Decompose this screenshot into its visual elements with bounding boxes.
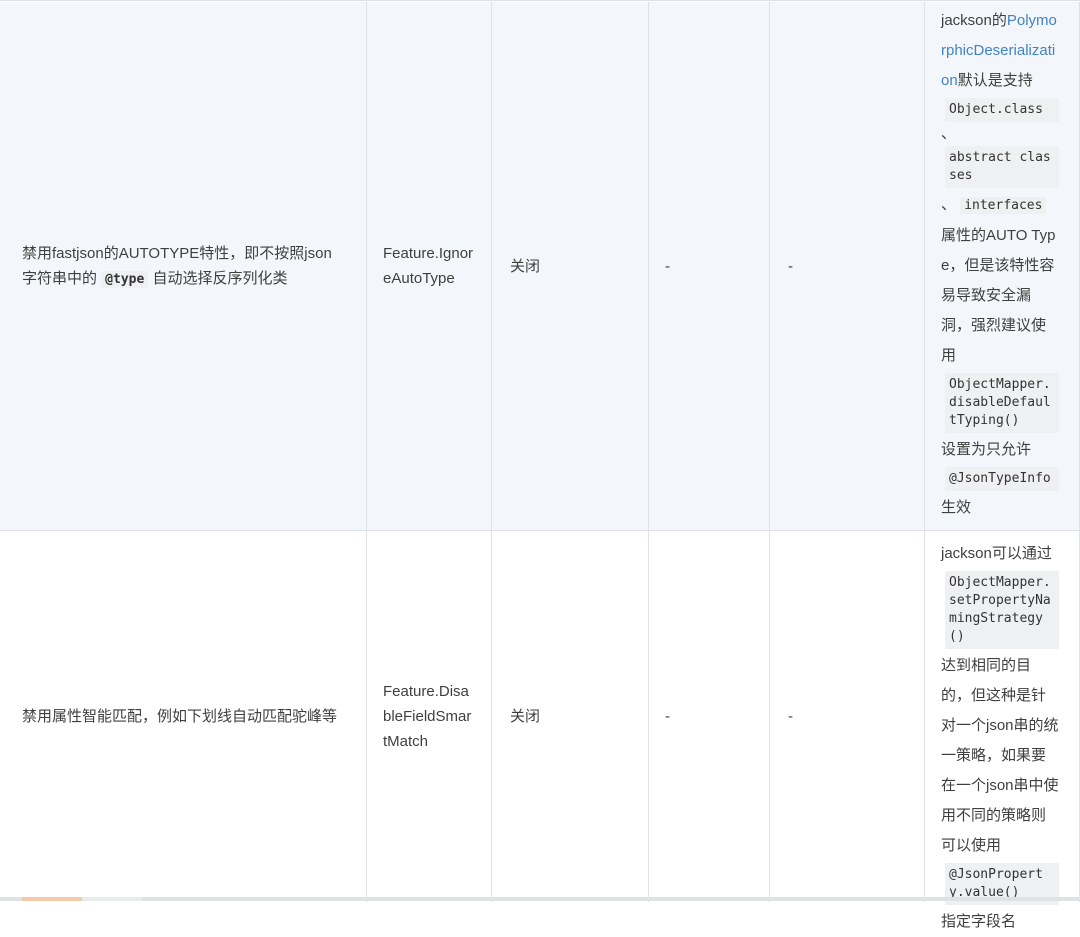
note-cell: jackson可以通过 ObjectMapper.setPropertyNami… (924, 531, 1080, 930)
col4-value: - (665, 708, 670, 725)
desc-cell: 禁用fastjson的AUTOTYPE特性，即不按照json字符串中的 @typ… (0, 2, 366, 530)
col5-value: - (788, 708, 793, 725)
note-content: jackson可以通过 ObjectMapper.setPropertyNami… (941, 539, 1065, 937)
note-text: jackson的PolymorphicDeserialization默认是支持 (941, 6, 1059, 96)
interfaces-code: interfaces (960, 197, 1047, 214)
note-text-part: 默认是支持 (957, 72, 1033, 89)
separator: 、 (941, 196, 957, 213)
col4-cell: - (648, 2, 769, 530)
feature-name: Feature.DisableFieldSmartMatch (383, 683, 472, 750)
naming-strategy-code: ObjectMapper.setPropertyNamingStrategy() (945, 571, 1059, 649)
interfaces-line: 、 interfaces (941, 190, 1065, 221)
note-content: jackson的PolymorphicDeserialization默认是支持 … (941, 6, 1065, 523)
col4-value: - (665, 257, 670, 275)
col5-value: - (788, 257, 793, 275)
desc-text: 禁用属性智能匹配，例如下划线自动匹配驼峰等 (22, 708, 338, 725)
scrollbar-thumb[interactable] (22, 897, 82, 901)
default-value: 关闭 (510, 708, 541, 725)
abstract-classes-code: abstract classes (945, 146, 1059, 188)
desc-part: 自动选择反序列化类 (148, 269, 288, 287)
desc-text: 禁用fastjson的AUTOTYPE特性，即不按照json字符串中的 @typ… (22, 241, 344, 292)
note-cell: jackson的PolymorphicDeserialization默认是支持 … (924, 2, 1080, 530)
feature-name: Feature.IgnoreAutoType (383, 245, 474, 287)
col5-cell: - (769, 531, 924, 902)
note-text: 达到相同的目的，但这种是针对一个json串的统一策略，如果要在一个json串中使… (941, 657, 1059, 854)
desc-cell: 禁用属性智能匹配，例如下划线自动匹配驼峰等 (0, 531, 366, 902)
col4-cell: - (648, 531, 769, 902)
table-row: 禁用属性智能匹配，例如下划线自动匹配驼峰等 Feature.DisableFie… (0, 530, 1080, 930)
default-cell: 关闭 (491, 531, 648, 902)
feature-table: 禁用fastjson的AUTOTYPE特性，即不按照json字符串中的 @typ… (0, 0, 1080, 930)
note-text: 设置为只允许 (941, 441, 1032, 458)
disable-default-typing-code: ObjectMapper.disableDefaultTyping() (945, 373, 1059, 433)
scrollbar-segment (82, 897, 142, 901)
col5-cell: - (769, 2, 924, 530)
feature-cell: Feature.DisableFieldSmartMatch (366, 531, 491, 902)
note-text: jackson可以通过 (941, 545, 1052, 562)
table-row: 禁用fastjson的AUTOTYPE特性，即不按照json字符串中的 @typ… (0, 2, 1080, 530)
separator: 、 (941, 125, 957, 142)
object-class-code: Object.class (945, 98, 1059, 122)
horizontal-scrollbar[interactable] (0, 897, 1080, 901)
feature-cell: Feature.IgnoreAutoType (366, 2, 491, 530)
note-text: 生效 (941, 499, 972, 516)
note-text-part: jackson的 (941, 12, 1007, 29)
note-text: 指定字段名 (941, 913, 1017, 930)
type-code: @type (101, 270, 149, 288)
default-value: 关闭 (510, 257, 541, 275)
note-text: 属性的AUTO Type，但是该特性容易导致安全漏洞，强烈建议使用 (941, 227, 1056, 364)
default-cell: 关闭 (491, 2, 648, 530)
json-type-info-code: @JsonTypeInfo (945, 467, 1059, 491)
